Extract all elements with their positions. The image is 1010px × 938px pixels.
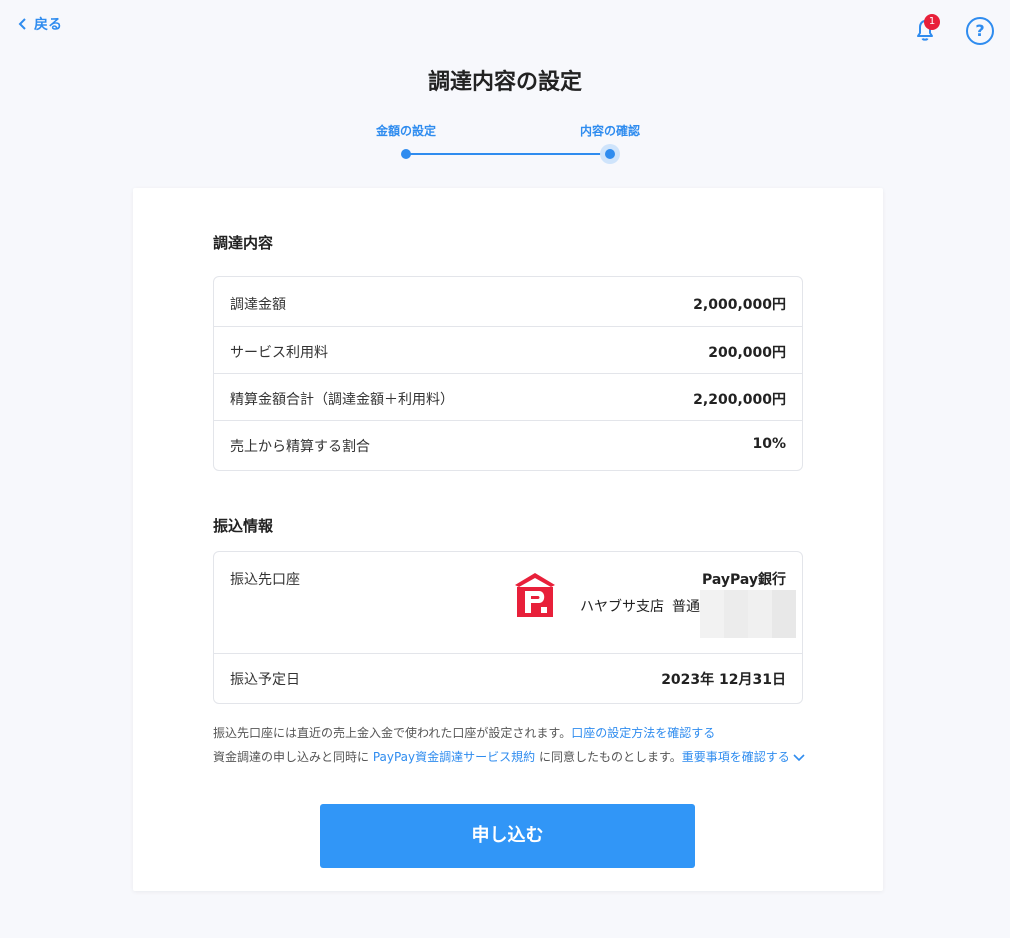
question-circle-icon: ? (975, 21, 985, 40)
row-label: サービス利用料 (230, 345, 328, 361)
table-row: 売上から精算する割合 10% (214, 421, 802, 470)
procurement-section-title: 調達内容 (213, 234, 274, 252)
table-row: 調達金額 2,000,000円 (214, 277, 802, 327)
back-label: 戻る (34, 17, 62, 33)
step-amount-setting: 金額の設定 (376, 124, 437, 138)
progress-stepper: 金額の設定 内容の確認 (360, 122, 660, 172)
note-text: 資金調達の申し込みと同時に (213, 750, 373, 764)
table-row: サービス利用料 200,000円 (214, 327, 802, 374)
page-title: 調達内容の設定 (427, 70, 582, 95)
paypay-bank-logo (515, 573, 555, 617)
apply-button[interactable]: 申し込む (320, 804, 695, 868)
table-row-account: 振込先口座 PayPay銀行 ハヤブサ支店 普通 (214, 552, 802, 654)
row-value: 2,000,000円 (693, 297, 786, 313)
row-label: 精算金額合計（調達金額＋利用料） (230, 392, 454, 408)
notification-button[interactable]: 1 (910, 14, 940, 44)
transfer-section-title: 振込情報 (213, 517, 274, 535)
branch-name: ハヤブサ支店 (580, 599, 664, 615)
help-button[interactable]: ? (966, 17, 994, 45)
note-text: に同意したものとします。 (535, 750, 682, 764)
terms-link[interactable]: PayPay資金調達サービス規約 (373, 750, 535, 764)
note-line-1: 振込先口座には直近の売上金入金で使われた口座が設定されます。口座の設定方法を確認… (213, 721, 806, 745)
row-label: 売上から精算する割合 (230, 439, 370, 455)
transfer-table: 振込先口座 PayPay銀行 ハヤブサ支店 普通 振込予定日 2023年 12月… (213, 551, 803, 704)
table-row: 精算金額合計（調達金額＋利用料） 2,200,000円 (214, 374, 802, 421)
row-label: 調達金額 (230, 297, 286, 313)
stepper-line (406, 153, 610, 155)
date-label: 振込予定日 (230, 672, 300, 688)
step-content-confirm: 内容の確認 (580, 124, 641, 138)
main-card: 調達内容 調達金額 2,000,000円 サービス利用料 200,000円 精算… (133, 188, 883, 891)
notification-badge: 1 (924, 14, 940, 30)
account-label: 振込先口座 (230, 572, 300, 588)
top-bar: 戻る 1 ? (0, 0, 1010, 56)
important-matters-link[interactable]: 重要事項を確認する (682, 750, 806, 764)
procurement-table: 調達金額 2,000,000円 サービス利用料 200,000円 精算金額合計（… (213, 276, 803, 471)
row-value: 10% (752, 436, 786, 452)
note-text: 振込先口座には直近の売上金入金で使われた口座が設定されます。 (213, 726, 572, 740)
table-row-date: 振込予定日 2023年 12月31日 (214, 654, 802, 703)
chevron-down-icon (793, 753, 805, 761)
row-value: 2,200,000円 (693, 392, 786, 408)
step-dot-done (401, 149, 411, 159)
row-value: 200,000円 (708, 345, 786, 361)
note-line-2: 資金調達の申し込みと同時に PayPay資金調達サービス規約 に同意したものとし… (213, 745, 806, 769)
back-button[interactable]: 戻る (18, 14, 62, 34)
masked-account-number (700, 590, 796, 638)
step-dot-current (605, 149, 615, 159)
important-matters-label: 重要事項を確認する (681, 750, 790, 764)
notes: 振込先口座には直近の売上金入金で使われた口座が設定されます。口座の設定方法を確認… (213, 721, 806, 769)
account-type: 普通 (672, 599, 700, 615)
chevron-left-icon (18, 18, 26, 30)
date-value: 2023年 12月31日 (661, 672, 786, 688)
account-setting-link[interactable]: 口座の設定方法を確認する (571, 726, 715, 740)
bank-name: PayPay銀行 (701, 572, 786, 588)
